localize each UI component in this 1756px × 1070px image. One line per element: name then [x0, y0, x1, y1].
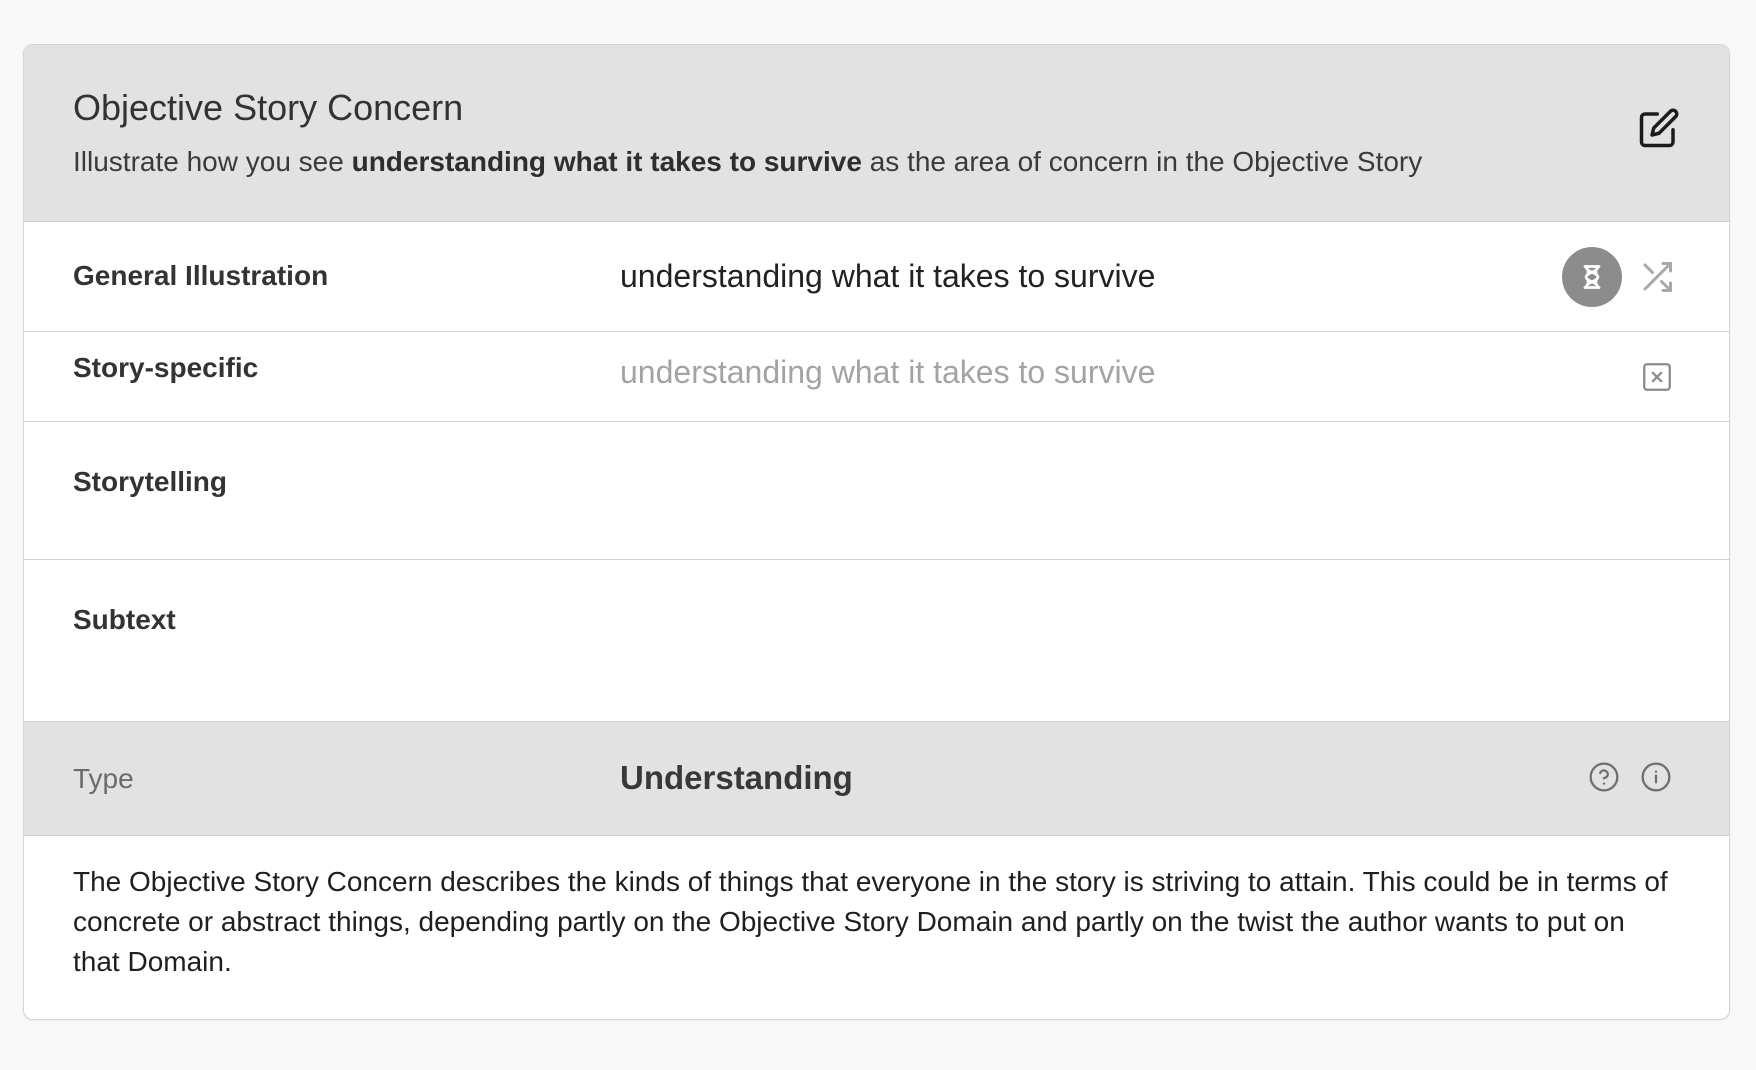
storytelling-label: Storytelling: [73, 466, 228, 497]
clear-button[interactable]: [1637, 357, 1677, 397]
concern-description: The Objective Story Concern describes th…: [73, 866, 1668, 977]
type-value: Understanding: [620, 759, 853, 796]
card-header: Objective Story Concern Illustrate how y…: [24, 45, 1729, 222]
subtitle-highlight: understanding what it takes to survive: [351, 146, 862, 177]
storytelling-row[interactable]: Storytelling: [24, 422, 1729, 560]
question-circle-icon: [1589, 762, 1619, 792]
dna-button[interactable]: [1562, 247, 1622, 307]
info-button[interactable]: [1638, 759, 1674, 795]
shuffle-button[interactable]: [1636, 256, 1678, 298]
type-label: Type: [73, 763, 134, 794]
card-title: Objective Story Concern: [73, 87, 464, 128]
card-subtitle: Illustrate how you see understanding wha…: [73, 146, 1422, 178]
info-circle-icon: [1641, 762, 1671, 792]
story-concern-card: Objective Story Concern Illustrate how y…: [23, 44, 1730, 1020]
edit-icon: [1639, 108, 1679, 148]
subtext-row[interactable]: Subtext: [24, 560, 1729, 722]
dna-icon: [1583, 265, 1601, 289]
subtitle-prefix: Illustrate how you see: [73, 146, 352, 177]
type-row: Type Understanding: [24, 722, 1729, 836]
clear-x-icon: [1643, 363, 1671, 391]
general-illustration-label: General Illustration: [73, 260, 329, 291]
shuffle-icon: [1643, 262, 1672, 292]
help-button[interactable]: [1586, 759, 1622, 795]
general-illustration-value: understanding what it takes to survive: [620, 258, 1156, 294]
edit-button[interactable]: [1635, 104, 1683, 152]
subtitle-suffix: as the area of concern in the Objective …: [861, 146, 1423, 177]
general-illustration-row: General Illustration understanding what …: [24, 222, 1729, 332]
story-specific-input[interactable]: understanding what it takes to survive: [620, 354, 1155, 391]
story-specific-row: Story-specific understanding what it tak…: [24, 332, 1729, 422]
subtext-label: Subtext: [73, 604, 176, 635]
story-specific-label: Story-specific: [73, 352, 259, 383]
